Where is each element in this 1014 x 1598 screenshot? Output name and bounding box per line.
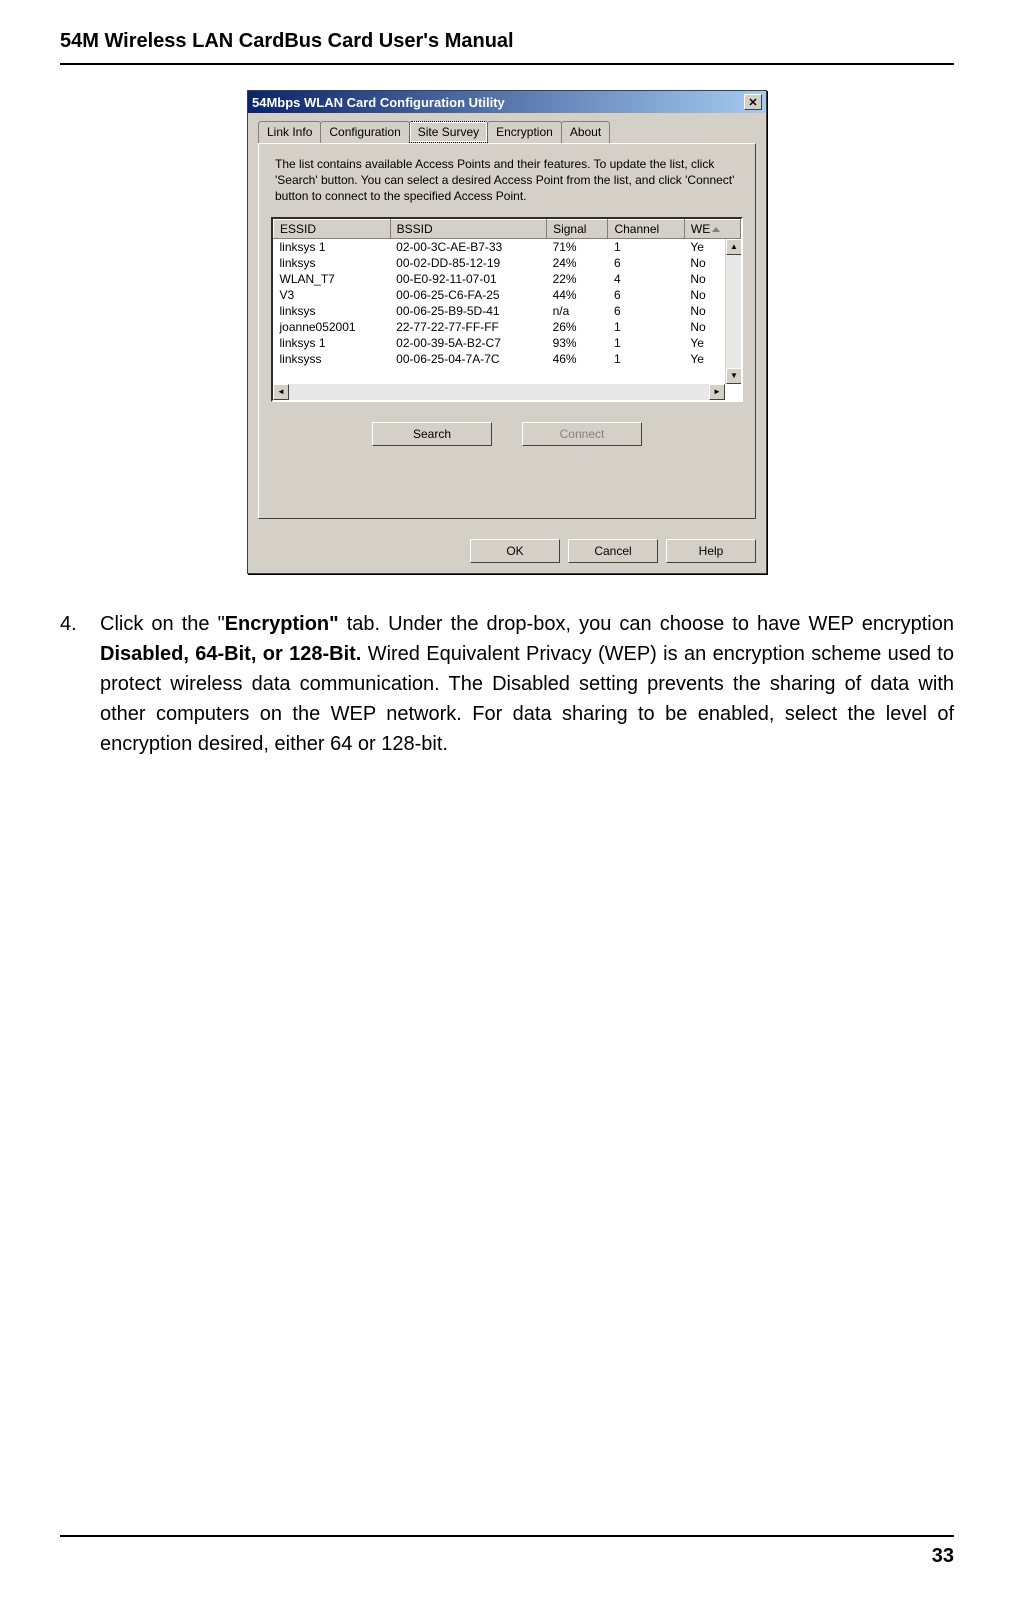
cell-bssid: 22-77-22-77-FF-FF: [390, 319, 546, 335]
tab-site-survey[interactable]: Site Survey: [409, 121, 488, 143]
step-bold2: Disabled, 64-Bit, or 128-Bit.: [100, 643, 361, 665]
tab-configuration[interactable]: Configuration: [320, 121, 409, 143]
titlebar: 54Mbps WLAN Card Configuration Utility ✕: [248, 91, 766, 113]
column-bssid[interactable]: BSSID: [390, 219, 546, 238]
page-footer: 33: [60, 1535, 954, 1568]
cell-signal: 71%: [547, 238, 608, 255]
cancel-button[interactable]: Cancel: [568, 539, 658, 563]
cell-signal: 26%: [547, 319, 608, 335]
step-number: 4.: [60, 609, 77, 639]
step-text: 4. Click on the "Encryption" tab. Under …: [60, 609, 954, 759]
cell-signal: 44%: [547, 287, 608, 303]
cell-signal: 24%: [547, 255, 608, 271]
panel-buttons: Search Connect: [271, 422, 743, 446]
cell-bssid: 02-00-39-5A-B2-C7: [390, 335, 546, 351]
cell-bssid: 00-06-25-C6-FA-25: [390, 287, 546, 303]
table-row[interactable]: linksyss00-06-25-04-7A-7C46%1Ye: [274, 351, 741, 367]
tab-link-info[interactable]: Link Info: [258, 121, 321, 143]
table-row[interactable]: linksys 102-00-39-5A-B2-C793%1Ye: [274, 335, 741, 351]
dialog-bottom-buttons: OK Cancel Help: [248, 529, 766, 573]
ap-table: ESSID BSSID Signal Channel WE linksys 10…: [273, 219, 741, 367]
cell-signal: 22%: [547, 271, 608, 287]
cell-channel: 4: [608, 271, 684, 287]
cell-essid: V3: [274, 287, 391, 303]
connect-button[interactable]: Connect: [522, 422, 642, 446]
column-wep[interactable]: WE: [684, 219, 740, 238]
cell-essid: joanne052001: [274, 319, 391, 335]
cell-channel: 6: [608, 255, 684, 271]
cell-channel: 1: [608, 351, 684, 367]
vertical-scrollbar[interactable]: ▲ ▼: [725, 239, 741, 384]
cell-signal: 46%: [547, 351, 608, 367]
search-button[interactable]: Search: [372, 422, 492, 446]
cell-essid: linksys: [274, 303, 391, 319]
cell-channel: 1: [608, 335, 684, 351]
dialog-container: 54Mbps WLAN Card Configuration Utility ✕…: [60, 90, 954, 574]
cell-bssid: 00-E0-92-11-07-01: [390, 271, 546, 287]
table-row[interactable]: linksys 102-00-3C-AE-B7-3371%1Ye: [274, 238, 741, 255]
scroll-right-icon[interactable]: ►: [709, 384, 725, 400]
column-essid[interactable]: ESSID: [274, 219, 391, 238]
cell-essid: WLAN_T7: [274, 271, 391, 287]
cell-bssid: 02-00-3C-AE-B7-33: [390, 238, 546, 255]
cell-bssid: 00-06-25-B9-5D-41: [390, 303, 546, 319]
instructions-text: The list contains available Access Point…: [271, 156, 743, 205]
page-header: 54M Wireless LAN CardBus Card User's Man…: [60, 30, 954, 65]
cell-signal: n/a: [547, 303, 608, 319]
table-row[interactable]: linksys00-02-DD-85-12-1924%6No: [274, 255, 741, 271]
column-signal[interactable]: Signal: [547, 219, 608, 238]
step-pre: Click on the ": [100, 613, 225, 635]
scroll-down-icon[interactable]: ▼: [726, 368, 742, 384]
cell-essid: linksyss: [274, 351, 391, 367]
tab-about[interactable]: About: [561, 121, 610, 143]
ok-button[interactable]: OK: [470, 539, 560, 563]
tab-strip: Link Info Configuration Site Survey Encr…: [248, 113, 766, 143]
sort-up-icon: [712, 227, 720, 232]
tab-encryption[interactable]: Encryption: [487, 121, 562, 143]
close-icon[interactable]: ✕: [744, 94, 762, 110]
horizontal-scrollbar[interactable]: ◄ ►: [273, 384, 725, 400]
cell-signal: 93%: [547, 335, 608, 351]
table-row[interactable]: joanne05200122-77-22-77-FF-FF26%1No: [274, 319, 741, 335]
cell-channel: 1: [608, 319, 684, 335]
access-point-list[interactable]: ESSID BSSID Signal Channel WE linksys 10…: [271, 217, 743, 402]
cell-bssid: 00-06-25-04-7A-7C: [390, 351, 546, 367]
cell-essid: linksys: [274, 255, 391, 271]
cell-channel: 6: [608, 287, 684, 303]
tab-panel: The list contains available Access Point…: [258, 143, 756, 519]
table-row[interactable]: linksys00-06-25-B9-5D-41n/a6No: [274, 303, 741, 319]
scroll-up-icon[interactable]: ▲: [726, 239, 742, 255]
config-dialog: 54Mbps WLAN Card Configuration Utility ✕…: [247, 90, 767, 574]
scroll-left-icon[interactable]: ◄: [273, 384, 289, 400]
table-row[interactable]: V300-06-25-C6-FA-2544%6No: [274, 287, 741, 303]
titlebar-text: 54Mbps WLAN Card Configuration Utility: [252, 95, 505, 110]
cell-channel: 1: [608, 238, 684, 255]
column-channel[interactable]: Channel: [608, 219, 684, 238]
cell-channel: 6: [608, 303, 684, 319]
table-row[interactable]: WLAN_T700-E0-92-11-07-0122%4No: [274, 271, 741, 287]
page-number: 33: [932, 1545, 954, 1567]
cell-essid: linksys 1: [274, 335, 391, 351]
help-button[interactable]: Help: [666, 539, 756, 563]
step-bold1: Encryption": [225, 613, 339, 635]
cell-essid: linksys 1: [274, 238, 391, 255]
step-mid: tab. Under the drop-box, you can choose …: [339, 613, 954, 635]
cell-bssid: 00-02-DD-85-12-19: [390, 255, 546, 271]
